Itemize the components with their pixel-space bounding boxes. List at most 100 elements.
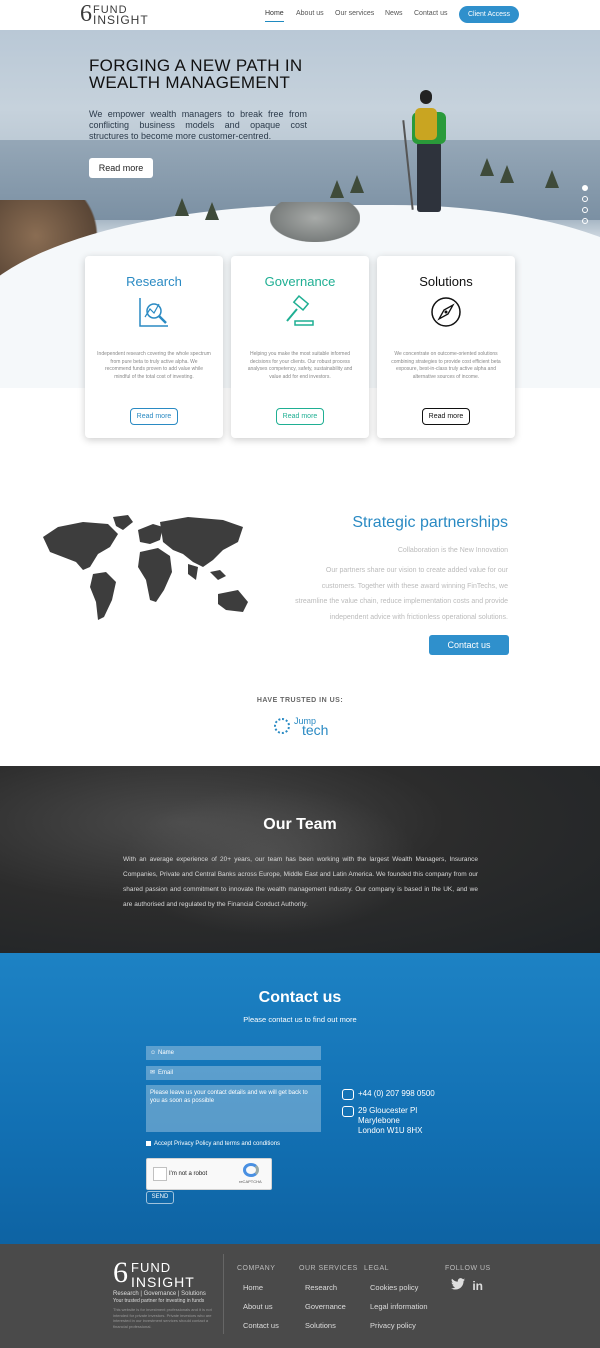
hero-read-more-button[interactable]: Read more: [89, 158, 153, 178]
service-card-research: Research Independent research covering t…: [85, 256, 223, 438]
logo-mark: 6: [113, 1256, 128, 1289]
slider-dot[interactable]: [582, 196, 588, 202]
footer-link-privacy[interactable]: Privacy policy: [370, 1321, 416, 1330]
name-placeholder: Name: [158, 1050, 175, 1056]
hero-tree: [330, 180, 344, 198]
contact-title: Contact us: [258, 989, 342, 1006]
recaptcha-label: I'm not a robot: [169, 1171, 208, 1177]
world-map-image: [43, 515, 248, 620]
footer-heading-services: OUR SERVICES: [299, 1265, 358, 1272]
logo-mark: 6: [80, 1, 92, 27]
hero-tree: [205, 202, 219, 220]
slider-dot[interactable]: [582, 218, 588, 224]
footer-link-home[interactable]: Home: [243, 1283, 263, 1292]
footer-logo[interactable]: 6 FUND INSIGHT: [113, 1256, 223, 1291]
nav-home[interactable]: Home: [265, 10, 284, 22]
email-field[interactable]: ✉ Email: [146, 1066, 321, 1080]
governance-read-more-button[interactable]: Read more: [276, 408, 324, 425]
trusted-label: HAVE TRUSTED IN US:: [256, 697, 344, 704]
partnerships-subtitle: Collaboration is the New Innovation: [397, 547, 508, 554]
card-title: Research: [126, 274, 182, 289]
site-footer: 6 FUND INSIGHT Research | Governance | S…: [0, 1244, 600, 1348]
footer-link-about[interactable]: About us: [243, 1302, 273, 1311]
compass-icon: [431, 297, 461, 327]
phone-number: +44 (0) 207 998 0500: [358, 1089, 435, 1098]
hero-title: FORGING A NEW PATH IN WEALTH MANAGEMENT: [89, 56, 303, 92]
nav-news[interactable]: News: [385, 10, 403, 17]
site-logo[interactable]: 6 FUND INSIGHT: [80, 1, 160, 27]
footer-link-governance[interactable]: Governance: [305, 1302, 346, 1311]
hero-tree: [545, 170, 559, 188]
partnerships-contact-button[interactable]: Contact us: [429, 635, 509, 655]
nav-contact-us[interactable]: Contact us: [414, 10, 447, 17]
contact-section: Contact us Please contact us to find out…: [0, 953, 600, 1244]
footer-link-legal[interactable]: Legal information: [370, 1302, 428, 1311]
contact-subtitle: Please contact us to find out more: [243, 1015, 357, 1024]
service-card-governance: Governance Helping you make the most sui…: [231, 256, 369, 438]
slider-dot[interactable]: [582, 185, 588, 191]
email-placeholder: Email: [158, 1070, 174, 1076]
social-links: in: [451, 1278, 483, 1293]
hero-tree: [500, 165, 514, 183]
magnifier-chart-icon: [139, 298, 168, 327]
checkbox-box[interactable]: [146, 1141, 151, 1146]
recaptcha-brand: reCAPTCHA: [239, 1179, 262, 1184]
user-icon: ☺: [150, 1050, 157, 1056]
recaptcha-checkbox[interactable]: [153, 1167, 167, 1181]
footer-link-contact[interactable]: Contact us: [243, 1321, 279, 1330]
address-line: Marylebone: [358, 1116, 400, 1125]
slider-dot[interactable]: [582, 207, 588, 213]
card-text: Helping you make the most suitable infor…: [247, 351, 353, 380]
footer-tagline-secondary: Your trusted partner for investing in fu…: [113, 1298, 205, 1304]
hero-text: We empower wealth managers to break free…: [89, 109, 307, 141]
name-field[interactable]: ☺ Name: [146, 1046, 321, 1060]
solutions-read-more-button[interactable]: Read more: [422, 408, 470, 425]
contact-phone: +44 (0) 207 998 0500: [342, 1089, 435, 1100]
footer-heading-company: COMPANY: [237, 1265, 276, 1272]
linkedin-icon[interactable]: in: [472, 1279, 483, 1293]
hiker-figure: [402, 90, 455, 220]
building-icon: [342, 1106, 354, 1117]
footer-link-cookies[interactable]: Cookies policy: [370, 1283, 418, 1292]
hero-rock: [270, 202, 360, 242]
footer-heading-legal: LEGAL: [364, 1265, 390, 1272]
top-navigation: 6 FUND INSIGHT Home About us Our service…: [0, 0, 600, 30]
accept-policy-label: Accept Privacy Policy and terms and cond…: [154, 1141, 281, 1148]
card-text: We concentrate on outcome-oriented solut…: [391, 351, 501, 380]
email-icon: ✉: [150, 1070, 156, 1076]
phone-icon: [342, 1089, 354, 1100]
accept-policy-checkbox[interactable]: Accept Privacy Policy and terms and cond…: [146, 1141, 280, 1147]
jumptech-logo[interactable]: Jump tech: [274, 716, 330, 738]
slider-dots: [582, 185, 588, 229]
hero-tree: [480, 158, 494, 176]
logo-text-bottom: INSIGHT: [93, 13, 149, 27]
card-text: Independent research covering the whole …: [97, 351, 211, 380]
recaptcha-widget: I'm not a robot reCAPTCHA: [146, 1158, 272, 1190]
footer-link-research[interactable]: Research: [305, 1283, 337, 1292]
logo-text-bottom: INSIGHT: [131, 1274, 195, 1290]
twitter-icon[interactable]: [451, 1278, 465, 1290]
message-textarea[interactable]: Please leave us your contact details and…: [146, 1085, 321, 1132]
gavel-icon: [286, 295, 314, 326]
footer-link-solutions[interactable]: Solutions: [305, 1321, 336, 1330]
client-access-button[interactable]: Client Access: [459, 6, 519, 23]
team-title: Our Team: [263, 816, 337, 833]
address-line: 29 Gloucester Pl: [358, 1106, 418, 1115]
send-button[interactable]: SEND: [146, 1191, 174, 1204]
footer-disclaimer: This website is for investment professio…: [113, 1307, 212, 1329]
team-text: With an average experience of 20+ years,…: [123, 856, 478, 908]
nav-about-us[interactable]: About us: [296, 10, 324, 17]
jumptech-logo-text: tech: [302, 722, 329, 738]
footer-tagline: Research | Governance | Solutions: [113, 1291, 206, 1297]
service-card-solutions: Solutions We concentrate on outcome-orie…: [377, 256, 515, 438]
card-title: Governance: [264, 274, 336, 289]
research-read-more-button[interactable]: Read more: [130, 408, 178, 425]
address-line: London W1U 8HX: [358, 1126, 423, 1135]
contact-address: 29 Gloucester Pl Marylebone London W1U 8HX: [342, 1106, 422, 1136]
partnerships-title: Strategic partnerships: [352, 514, 508, 531]
footer-heading-follow: FOLLOW US: [445, 1265, 491, 1272]
logo-text-top: FUND: [131, 1260, 172, 1275]
partnerships-text: Our partners share our vision to create …: [295, 567, 508, 621]
team-section: Our Team With an average experience of 2…: [0, 766, 600, 953]
nav-our-services[interactable]: Our services: [335, 10, 374, 17]
